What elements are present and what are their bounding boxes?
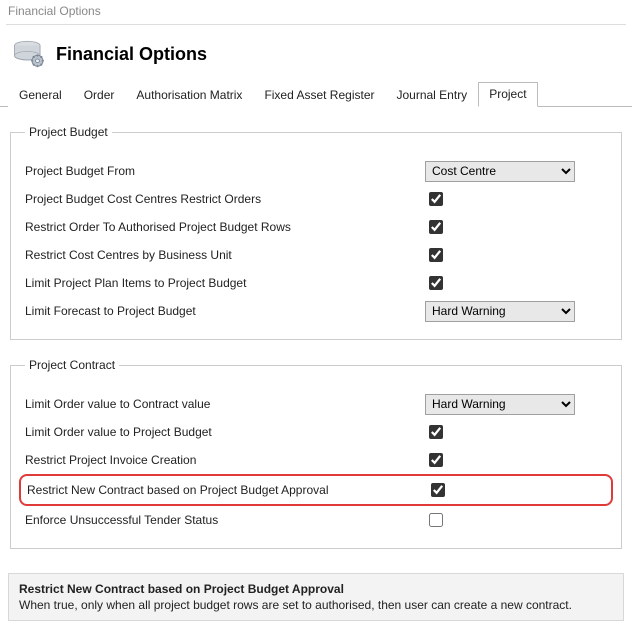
row-restrict-cc-bu: Restrict Cost Centres by Business Unit (25, 241, 607, 269)
tab-journal-entry[interactable]: Journal Entry (385, 83, 478, 107)
group-project-budget: Project Budget Project Budget From Cost … (10, 125, 622, 340)
label-restrict-authorised-rows: Restrict Order To Authorised Project Bud… (25, 220, 425, 234)
label-cc-restrict-orders: Project Budget Cost Centres Restrict Ord… (25, 192, 425, 206)
label-enforce-tender: Enforce Unsuccessful Tender Status (25, 513, 425, 527)
row-limit-forecast: Limit Forecast to Project Budget Hard Wa… (25, 297, 607, 325)
label-limit-order-budget: Limit Order value to Project Budget (25, 425, 425, 439)
checkbox-restrict-invoice[interactable] (429, 453, 443, 467)
row-enforce-tender: Enforce Unsuccessful Tender Status (25, 506, 607, 534)
group-project-contract: Project Contract Limit Order value to Co… (10, 358, 622, 549)
select-limit-forecast[interactable]: Hard Warning (425, 301, 575, 322)
checkbox-restrict-new-contract[interactable] (431, 483, 445, 497)
row-restrict-authorised-rows: Restrict Order To Authorised Project Bud… (25, 213, 607, 241)
database-gear-icon (12, 39, 46, 69)
row-cc-restrict-orders: Project Budget Cost Centres Restrict Ord… (25, 185, 607, 213)
tab-fixed-asset-register[interactable]: Fixed Asset Register (253, 83, 385, 107)
label-limit-order-contract: Limit Order value to Contract value (25, 397, 425, 411)
row-restrict-new-contract: Restrict New Contract based on Project B… (19, 474, 613, 506)
row-limit-order-contract: Limit Order value to Contract value Hard… (25, 390, 607, 418)
tab-bar: General Order Authorisation Matrix Fixed… (0, 73, 632, 107)
tab-project[interactable]: Project (478, 82, 537, 107)
label-restrict-invoice: Restrict Project Invoice Creation (25, 453, 425, 467)
description-body: When true, only when all project budget … (19, 598, 613, 612)
tab-authorisation-matrix[interactable]: Authorisation Matrix (125, 83, 253, 107)
label-limit-plan-items: Limit Project Plan Items to Project Budg… (25, 276, 425, 290)
label-limit-forecast: Limit Forecast to Project Budget (25, 304, 425, 318)
divider (6, 24, 626, 25)
row-project-budget-from: Project Budget From Cost Centre (25, 157, 607, 185)
label-project-budget-from: Project Budget From (25, 164, 425, 178)
row-restrict-invoice: Restrict Project Invoice Creation (25, 446, 607, 474)
checkbox-limit-plan-items[interactable] (429, 276, 443, 290)
checkbox-restrict-authorised-rows[interactable] (429, 220, 443, 234)
tab-content-project: Project Budget Project Budget From Cost … (0, 107, 632, 571)
checkbox-restrict-cc-bu[interactable] (429, 248, 443, 262)
window-title: Financial Options (0, 0, 632, 24)
checkbox-enforce-tender[interactable] (429, 513, 443, 527)
page-heading: Financial Options (56, 44, 207, 65)
select-project-budget-from[interactable]: Cost Centre (425, 161, 575, 182)
row-limit-plan-items: Limit Project Plan Items to Project Budg… (25, 269, 607, 297)
group-legend-contract: Project Contract (25, 358, 119, 372)
group-legend-budget: Project Budget (25, 125, 112, 139)
page-header: Financial Options (0, 31, 632, 73)
label-restrict-cc-bu: Restrict Cost Centres by Business Unit (25, 248, 425, 262)
row-limit-order-budget: Limit Order value to Project Budget (25, 418, 607, 446)
checkbox-cc-restrict-orders[interactable] (429, 192, 443, 206)
tab-order[interactable]: Order (73, 83, 126, 107)
select-limit-order-contract[interactable]: Hard Warning (425, 394, 575, 415)
description-panel: Restrict New Contract based on Project B… (8, 573, 624, 621)
checkbox-limit-order-budget[interactable] (429, 425, 443, 439)
label-restrict-new-contract: Restrict New Contract based on Project B… (27, 483, 427, 497)
description-title: Restrict New Contract based on Project B… (19, 582, 613, 596)
tab-general[interactable]: General (8, 83, 73, 107)
